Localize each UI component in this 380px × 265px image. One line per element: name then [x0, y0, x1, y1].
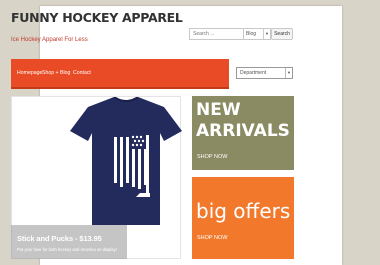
- nav-item-blog[interactable]: Blog: [60, 70, 70, 76]
- promo-new-arrivals-shop-now[interactable]: SHOP NOW: [197, 154, 227, 160]
- nav-item-homepage[interactable]: Homepage: [17, 70, 42, 76]
- promo-new-arrivals[interactable]: NEW ARRIVALS SHOP NOW: [192, 96, 294, 170]
- product-image[interactable]: [70, 97, 182, 227]
- main-navbar: Homepage Shop + Blog Contact: [11, 59, 229, 89]
- site-title[interactable]: FUNNY HOCKEY APPAREL: [11, 10, 183, 25]
- promo-big-offers[interactable]: big offers SHOP NOW: [192, 177, 294, 259]
- promo-big-offers-headline: big offers: [196, 199, 291, 223]
- nav-item-shop[interactable]: Shop +: [42, 70, 59, 76]
- department-select-value: Department: [240, 70, 267, 76]
- promo-new-arrivals-line2: ARRIVALS: [196, 121, 290, 141]
- chevron-down-icon: ▼: [285, 68, 292, 78]
- promo-new-arrivals-line1: NEW: [196, 100, 241, 120]
- search-input[interactable]: Search ...: [189, 28, 245, 40]
- chevron-down-icon: ▼: [263, 29, 270, 39]
- department-select[interactable]: Department ▼: [236, 67, 293, 79]
- promo-big-offers-shop-now[interactable]: SHOP NOW: [197, 235, 227, 241]
- search-scope-select[interactable]: Blog ▼: [243, 28, 271, 40]
- site-tagline: Ice Hockey Apparel For Less: [11, 37, 88, 43]
- nav-item-contact[interactable]: Contact: [73, 70, 91, 76]
- product-title[interactable]: Stick and Pucks - $13.95: [17, 234, 102, 243]
- search-button[interactable]: Search: [271, 28, 293, 40]
- search-scope-value: Blog: [246, 31, 257, 37]
- product-description: Put your love for both hockey and Americ…: [17, 247, 117, 252]
